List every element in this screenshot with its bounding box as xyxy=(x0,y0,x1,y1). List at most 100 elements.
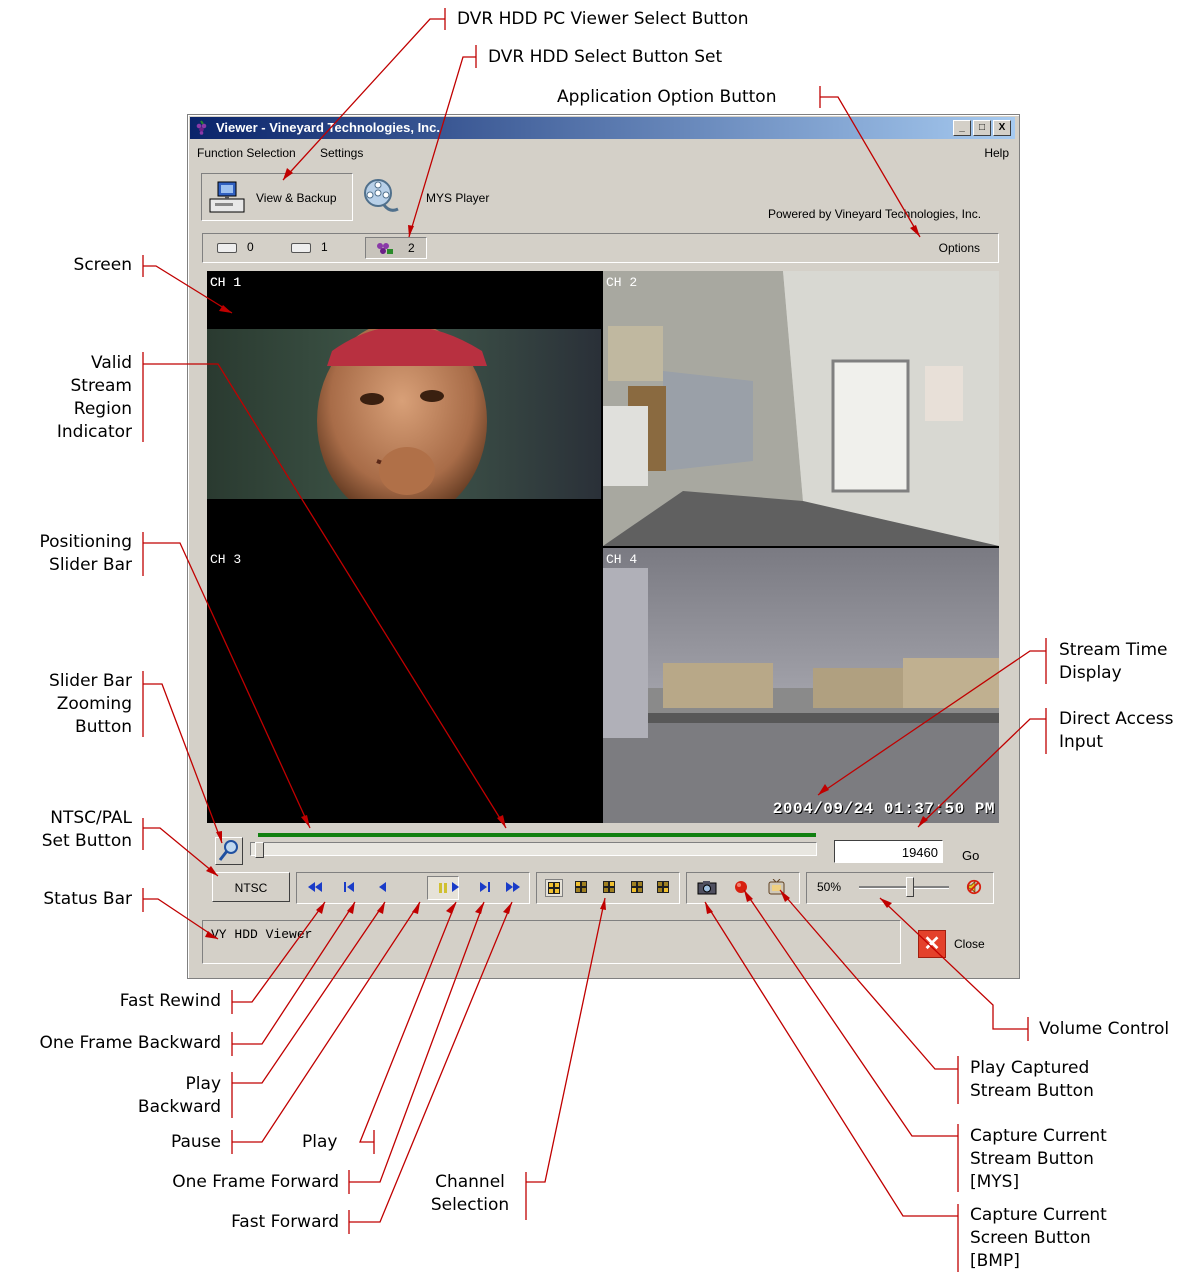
callout-channel-selection: Channel Selection xyxy=(430,1172,510,1215)
callout-one-frame-forward: One Frame Forward xyxy=(172,1172,339,1192)
callout-fast-forward: Fast Forward xyxy=(231,1212,339,1232)
callout-play-captured: Play Captured Stream Button xyxy=(970,1058,1094,1101)
channel-selection-group xyxy=(536,872,680,904)
magnifier-icon xyxy=(218,840,238,861)
channel-2-view[interactable]: CH 2 xyxy=(603,271,999,546)
direct-access-input[interactable]: 19460 xyxy=(834,840,943,863)
channel-label: CH 4 xyxy=(606,552,638,567)
play-backward-button[interactable] xyxy=(375,879,391,895)
channel-4-image xyxy=(603,548,999,823)
callout-direct-access: Direct Access Input xyxy=(1059,709,1174,752)
status-text: VY HDD Viewer xyxy=(211,927,313,942)
play-button[interactable] xyxy=(447,879,463,895)
valid-stream-region-indicator xyxy=(258,833,816,837)
hdd-select-bar: 0 1 2 Options xyxy=(202,233,999,263)
one-frame-forward-button[interactable] xyxy=(477,879,493,895)
film-reel-icon xyxy=(364,179,399,212)
callout-positioning: Positioning Slider Bar xyxy=(39,532,132,575)
channel-4-button[interactable] xyxy=(655,879,671,895)
close-label: Close xyxy=(954,937,985,951)
powered-by-text: Powered by Vineyard Technologies, Inc. xyxy=(768,207,982,221)
mute-icon[interactable] xyxy=(965,879,983,895)
channel-3-button[interactable] xyxy=(629,879,645,895)
view-backup-button[interactable]: View & Backup xyxy=(201,173,353,221)
close-button[interactable]: ✕ Close xyxy=(918,928,1008,960)
menu-bar: Function Selection Settings Help xyxy=(194,146,1013,164)
slider-thumb[interactable] xyxy=(255,842,264,858)
video-screen[interactable]: CH 1 CH 1 CH 2 CH 3 CH 4 2004/09/24 01:3… xyxy=(207,271,999,823)
callout-pc-viewer: DVR HDD PC Viewer Select Button xyxy=(457,9,749,29)
positioning-slider[interactable] xyxy=(250,842,817,858)
channel-1-button[interactable] xyxy=(573,879,589,895)
fast-forward-button[interactable] xyxy=(505,879,521,895)
hdd-button-label: 1 xyxy=(321,240,328,254)
record-icon[interactable] xyxy=(733,879,749,895)
volume-percent: 50% xyxy=(817,880,842,894)
grapes-icon xyxy=(377,243,393,254)
callout-capture-screen: Capture Current Screen Button [BMP] xyxy=(970,1205,1107,1271)
callout-play-backward: Play Backward xyxy=(137,1074,221,1117)
channel-2-button[interactable] xyxy=(601,879,617,895)
hdd-button-label: 0 xyxy=(247,240,254,254)
options-button[interactable]: Options xyxy=(939,241,980,255)
play-captured-icon[interactable] xyxy=(767,879,787,895)
callout-screen: Screen xyxy=(73,255,132,275)
one-frame-backward-button[interactable] xyxy=(341,879,357,895)
capture-group xyxy=(686,872,800,904)
menu-help[interactable]: Help xyxy=(984,146,1009,160)
title-bar[interactable]: Viewer - Vineyard Technologies, Inc. _ □ X xyxy=(190,117,1015,139)
mys-player-button[interactable]: MYS Player xyxy=(358,173,498,219)
slider-zoom-button[interactable] xyxy=(215,837,243,865)
close-icon: ✕ xyxy=(918,930,946,958)
hdd-button-1[interactable]: 1 xyxy=(285,237,345,257)
close-window-button[interactable]: X xyxy=(993,120,1011,136)
callout-ntsc-pal: NTSC/PAL Set Button xyxy=(41,808,132,851)
dvr-computer-icon xyxy=(209,181,245,213)
callout-fast-rewind: Fast Rewind xyxy=(119,991,221,1011)
callout-volume-control: Volume Control xyxy=(1039,1019,1170,1039)
pc-viewer-button[interactable]: 2 xyxy=(365,237,427,259)
minimize-button[interactable]: _ xyxy=(953,120,971,136)
callout-stream-time: Stream Time Display xyxy=(1059,640,1168,683)
window-title: Viewer - Vineyard Technologies, Inc. xyxy=(216,120,440,135)
callout-app-option: Application Option Button xyxy=(557,87,777,107)
menu-settings[interactable]: Settings xyxy=(320,146,363,160)
fast-rewind-button[interactable] xyxy=(307,879,323,895)
hard-disk-icon xyxy=(217,243,237,253)
channel-label: CH 1 xyxy=(210,275,242,290)
channel-label: CH 3 xyxy=(210,552,242,567)
mys-player-label: MYS Player xyxy=(426,191,490,205)
ntsc-pal-button[interactable]: NTSC xyxy=(212,872,290,902)
stream-time-display: 2004/09/24 01:37:50 PM xyxy=(772,800,995,818)
channel-3-view[interactable]: CH 3 xyxy=(207,548,601,823)
go-button[interactable]: Go xyxy=(962,848,979,863)
status-bar: VY HDD Viewer xyxy=(202,920,901,964)
channel-4-view[interactable]: CH 4 2004/09/24 01:37:50 PM xyxy=(603,548,999,823)
callout-zooming: Slider Bar Zooming Button xyxy=(49,671,132,737)
callout-capture-stream: Capture Current Stream Button [MYS] xyxy=(970,1126,1107,1192)
channel-1-image xyxy=(207,271,601,546)
channel-1-view[interactable]: CH 1 CH 1 xyxy=(207,271,601,546)
volume-slider-track[interactable] xyxy=(859,886,949,889)
callout-valid-stream: Valid Stream Region Indicator xyxy=(56,353,132,442)
hard-disk-icon xyxy=(291,243,311,253)
hdd-button-0[interactable]: 0 xyxy=(211,237,271,257)
callout-status-bar: Status Bar xyxy=(43,889,132,909)
maximize-button[interactable]: □ xyxy=(973,120,991,136)
camera-icon[interactable] xyxy=(697,879,717,895)
window-controls: _ □ X xyxy=(951,120,1011,136)
volume-slider-thumb[interactable] xyxy=(906,877,914,897)
menu-function-selection[interactable]: Function Selection xyxy=(197,146,296,160)
callout-pause: Pause xyxy=(171,1132,221,1152)
hdd-button-label: 2 xyxy=(408,241,415,255)
viewer-window: Viewer - Vineyard Technologies, Inc. _ □ X… xyxy=(187,114,1020,979)
grapes-icon xyxy=(196,120,207,135)
channel-label: CH 2 xyxy=(606,275,638,290)
view-backup-label: View & Backup xyxy=(256,191,337,205)
quad-view-button[interactable] xyxy=(545,879,563,897)
channel-2-image xyxy=(603,271,999,546)
volume-control: 50% xyxy=(806,872,994,904)
callout-one-frame-backward: One Frame Backward xyxy=(39,1033,221,1053)
playback-controls xyxy=(296,872,530,904)
callout-hdd-select: DVR HDD Select Button Set xyxy=(488,47,723,67)
